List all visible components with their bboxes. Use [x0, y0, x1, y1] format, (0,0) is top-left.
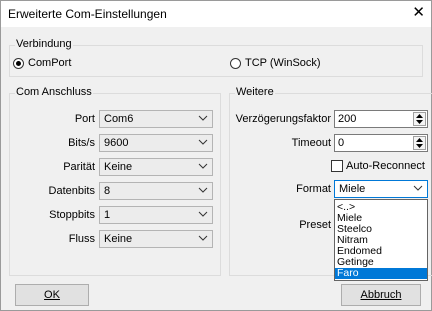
- fluss-select[interactable]: Keine: [99, 230, 213, 248]
- stoppbits-select[interactable]: 1: [99, 206, 213, 224]
- chevron-down-icon: [198, 235, 208, 241]
- ok-button[interactable]: OK: [15, 284, 89, 306]
- abbruch-button-label: Abbruch: [360, 289, 402, 301]
- chevron-down-icon: [413, 185, 423, 191]
- chevron-down-icon: [198, 139, 208, 145]
- port-label: Port: [74, 113, 95, 125]
- radio-tcp[interactable]: TCP (WinSock): [230, 57, 321, 69]
- com-anschluss-group-label: Com Anschluss: [15, 86, 93, 98]
- bits-label: Bits/s: [68, 137, 95, 149]
- radio-tcp-label: TCP (WinSock): [245, 57, 321, 69]
- chevron-down-icon: [198, 187, 208, 193]
- radio-comport-indicator[interactable]: [13, 57, 24, 69]
- fluss-label: Fluss: [68, 233, 95, 245]
- spin-updown-icon: [416, 114, 423, 124]
- window-title: Erweiterte Com-Einstellungen: [8, 7, 167, 21]
- spin-updown-icon: [416, 138, 423, 148]
- timeout-label: Timeout: [291, 137, 331, 149]
- verbindung-group-label: Verbindung: [15, 38, 73, 50]
- abbruch-button[interactable]: Abbruch: [341, 284, 421, 306]
- ok-button-label: OK: [44, 289, 60, 301]
- timeout-spinner[interactable]: 0: [334, 134, 428, 152]
- format-dropdown-list: <..> Miele Steelco Nitram Endomed Geting…: [334, 199, 428, 281]
- chevron-down-icon: [198, 115, 208, 121]
- paritaet-value: Keine: [104, 161, 133, 173]
- stoppbits-label: Stoppbits: [49, 209, 95, 221]
- radio-comport[interactable]: ComPort: [13, 57, 71, 69]
- verzoegerung-label: Verzögerungsfaktor: [235, 113, 331, 125]
- timeout-value: 0: [338, 137, 345, 149]
- radio-comport-label: ComPort: [28, 57, 72, 69]
- dialog-window: Erweiterte Com-Einstellungen ✕ Verbindun…: [0, 0, 432, 311]
- format-value: Miele: [339, 183, 366, 195]
- verzoegerung-spin-buttons[interactable]: [413, 112, 426, 126]
- title-bar: Erweiterte Com-Einstellungen ✕: [1, 1, 431, 27]
- datenbits-label: Datenbits: [48, 185, 95, 197]
- chevron-down-icon: [198, 211, 208, 217]
- auto-reconnect-box[interactable]: [331, 160, 343, 172]
- paritaet-select[interactable]: Keine: [99, 158, 213, 176]
- timeout-spin-buttons[interactable]: [413, 136, 426, 150]
- chevron-down-icon: [198, 163, 208, 169]
- preset-label: Preset: [299, 219, 331, 231]
- format-select[interactable]: Miele: [334, 180, 428, 198]
- datenbits-select[interactable]: 8: [99, 182, 213, 200]
- format-label: Format: [296, 183, 331, 195]
- format-option-highlighted[interactable]: Faro: [335, 268, 427, 279]
- stoppbits-value: 1: [104, 209, 111, 221]
- bits-select[interactable]: 9600: [99, 134, 213, 152]
- fluss-value: Keine: [104, 233, 133, 245]
- port-value: Com6: [104, 113, 134, 125]
- auto-reconnect-label: Auto-Reconnect: [346, 160, 425, 172]
- auto-reconnect-checkbox[interactable]: Auto-Reconnect: [331, 160, 425, 172]
- bits-value: 9600: [104, 137, 129, 149]
- weitere-group-label: Weitere: [235, 86, 275, 98]
- verzoegerung-spinner[interactable]: 200: [334, 110, 428, 128]
- paritaet-label: Parität: [63, 161, 95, 173]
- close-icon[interactable]: ✕: [412, 4, 425, 22]
- radio-tcp-indicator[interactable]: [230, 57, 241, 69]
- port-select[interactable]: Com6: [99, 110, 213, 128]
- verzoegerung-value: 200: [338, 113, 357, 125]
- datenbits-value: 8: [104, 185, 111, 197]
